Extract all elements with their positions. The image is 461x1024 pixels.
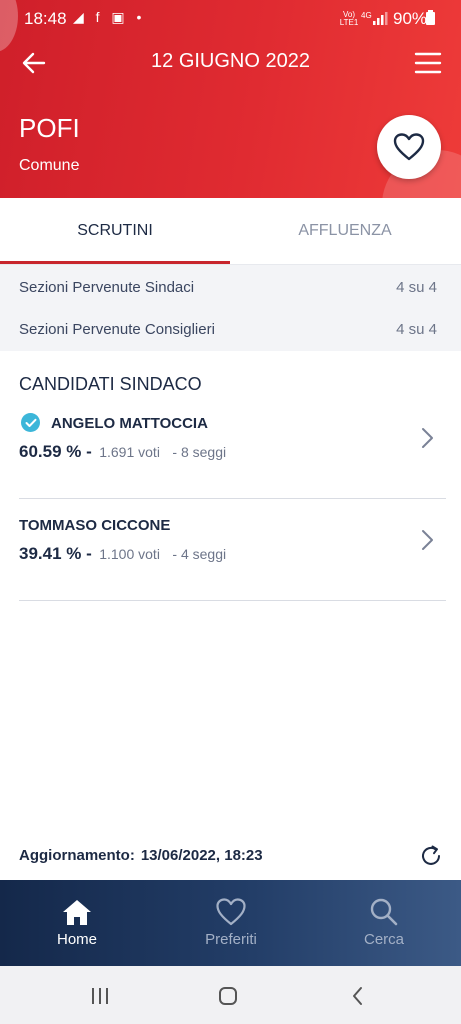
home-button-icon[interactable] bbox=[216, 984, 240, 1008]
chevron-right-icon bbox=[422, 530, 433, 550]
search-icon bbox=[370, 898, 398, 926]
candidate-result: 60.59 % - 1.691 voti - 8 seggi bbox=[19, 442, 226, 462]
stat-row-sindaci: Sezioni Pervenute Sindaci 4 su 4 bbox=[19, 279, 437, 296]
page-title: 12 GIUGNO 2022 bbox=[151, 50, 310, 72]
recent-apps-icon[interactable] bbox=[88, 984, 112, 1008]
stat-value: 4 su 4 bbox=[396, 279, 437, 296]
notification-icons: ◢ f ▣ • bbox=[73, 9, 146, 25]
back-button-icon[interactable] bbox=[346, 984, 370, 1008]
section-title: CANDIDATI SINDACO bbox=[19, 374, 202, 394]
favorite-button[interactable] bbox=[377, 115, 441, 179]
nav-preferiti[interactable]: Preferiti bbox=[154, 880, 308, 966]
heart-icon bbox=[216, 898, 246, 926]
update-label: Aggiornamento: bbox=[19, 847, 135, 864]
stat-label: Sezioni Pervenute Consiglieri bbox=[19, 321, 215, 338]
signal-icon bbox=[373, 12, 388, 25]
chevron-right-icon bbox=[422, 428, 433, 448]
network-label: Vo) LTE1 bbox=[339, 10, 359, 27]
candidate-result: 39.41 % - 1.100 voti - 4 seggi bbox=[19, 544, 226, 564]
candidate-seats: - 4 seggi bbox=[172, 546, 227, 562]
elected-check-icon bbox=[21, 413, 40, 432]
candidate-name: ANGELO MATTOCCIA bbox=[51, 415, 208, 432]
nav-home[interactable]: Home bbox=[0, 880, 154, 966]
status-bar: 18:48 ◢ f ▣ • Vo) LTE1 4G 90% bbox=[0, 0, 461, 38]
tab-affluenza[interactable]: AFFLUENZA bbox=[230, 198, 460, 264]
battery-icon bbox=[426, 10, 435, 25]
nav-label: Cerca bbox=[363, 931, 404, 948]
stat-label: Sezioni Pervenute Sindaci bbox=[19, 279, 195, 296]
update-value: 13/06/2022, 18:23 bbox=[140, 847, 263, 864]
home-icon bbox=[63, 900, 91, 925]
stat-row-consiglieri: Sezioni Pervenute Consiglieri 4 su 4 bbox=[19, 321, 437, 338]
candidate-name: TOMMASO CICCONE bbox=[19, 517, 171, 534]
refresh-icon[interactable] bbox=[418, 843, 444, 869]
candidate-row[interactable]: ANGELO MATTOCCIA 60.59 % - 1.691 voti - … bbox=[19, 398, 446, 499]
last-update: Aggiornamento: 13/06/2022, 18:23 bbox=[19, 847, 263, 864]
city-type: Comune bbox=[19, 157, 80, 174]
city-name: POFI bbox=[19, 113, 80, 143]
bottom-navigation: Home Preferiti Cerca bbox=[0, 880, 461, 966]
candidate-row[interactable]: TOMMASO CICCONE 39.41 % - 1.100 voti - 4… bbox=[19, 500, 446, 601]
status-time: 18:48 bbox=[24, 9, 67, 28]
stat-value: 4 su 4 bbox=[396, 321, 437, 338]
header: 18:48 ◢ f ▣ • Vo) LTE1 4G 90% 12 GIUGNO … bbox=[0, 0, 461, 198]
candidate-votes: 1.100 voti bbox=[99, 546, 160, 562]
tab-bar: SCRUTINI AFFLUENZA bbox=[0, 198, 461, 265]
tab-scrutini[interactable]: SCRUTINI bbox=[0, 198, 230, 264]
system-navigation-bar bbox=[0, 966, 461, 1024]
sections-summary: Sezioni Pervenute Sindaci 4 su 4 Sezioni… bbox=[0, 265, 461, 351]
battery-percent: 90% bbox=[393, 9, 428, 28]
network-gen: 4G bbox=[361, 11, 372, 20]
network-indicator: Vo) LTE1 bbox=[339, 11, 359, 27]
candidate-votes: 1.691 voti bbox=[99, 444, 160, 460]
nav-label: Preferiti bbox=[205, 931, 257, 948]
heart-icon bbox=[393, 133, 425, 161]
hamburger-menu-icon[interactable] bbox=[412, 48, 444, 78]
nav-label: Home bbox=[56, 931, 97, 948]
nav-cerca[interactable]: Cerca bbox=[307, 880, 461, 966]
candidate-percent: 60.59 % - bbox=[19, 442, 92, 461]
candidate-seats: - 8 seggi bbox=[172, 444, 227, 460]
candidate-percent: 39.41 % - bbox=[19, 544, 92, 563]
